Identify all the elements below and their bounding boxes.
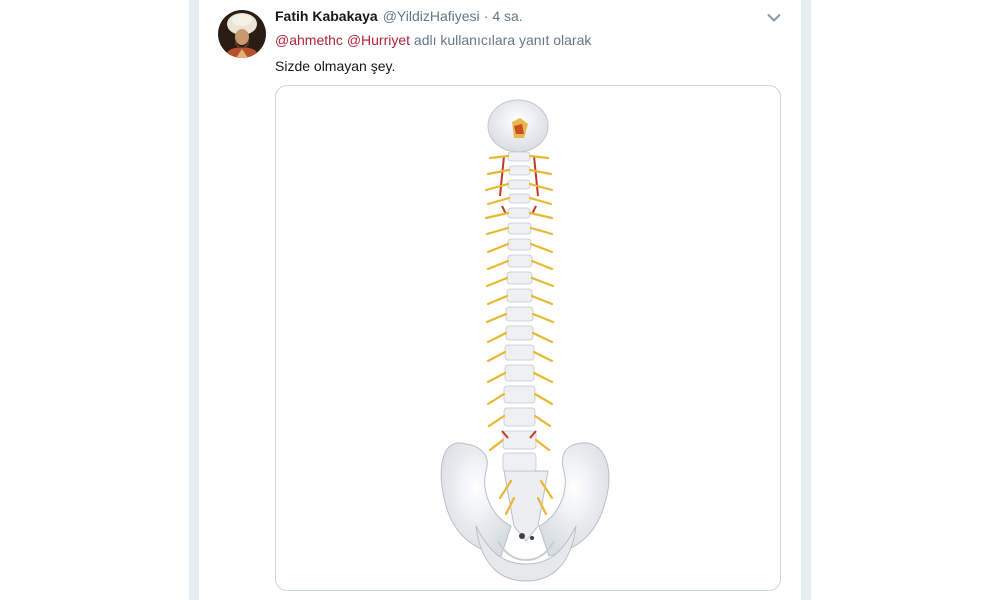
timestamp[interactable]: 4 sa.: [492, 8, 522, 24]
page: Fatih Kabakaya @YildizHafiyesi · 4 sa. @…: [0, 0, 1000, 600]
tweet-menu-button[interactable]: [765, 9, 783, 27]
mention-ahmethc[interactable]: @ahmethc: [275, 32, 343, 48]
tweet-header: Fatih Kabakaya @YildizHafiyesi · 4 sa.: [275, 8, 523, 28]
user-avatar[interactable]: [218, 10, 266, 58]
portrait-avatar-icon: [218, 10, 266, 58]
reply-context: @ahmethc @Hurriyet adlı kullanıcılara ya…: [275, 32, 591, 48]
user-handle[interactable]: @YildizHafiyesi: [383, 8, 480, 24]
chevron-down-icon: [767, 14, 781, 22]
spine-model-image: [440, 99, 610, 582]
tweet-text: Sizde olmayan şey.: [275, 58, 396, 74]
mention-hurriyet[interactable]: @Hurriyet: [347, 32, 410, 48]
reply-context-text: adlı kullanıcılara yanıt olarak: [413, 32, 592, 48]
tweet-card[interactable]: Fatih Kabakaya @YildizHafiyesi · 4 sa. @…: [199, 0, 801, 600]
display-name[interactable]: Fatih Kabakaya: [275, 8, 378, 24]
tweet-media[interactable]: [275, 85, 781, 591]
separator-dot: ·: [483, 8, 489, 24]
